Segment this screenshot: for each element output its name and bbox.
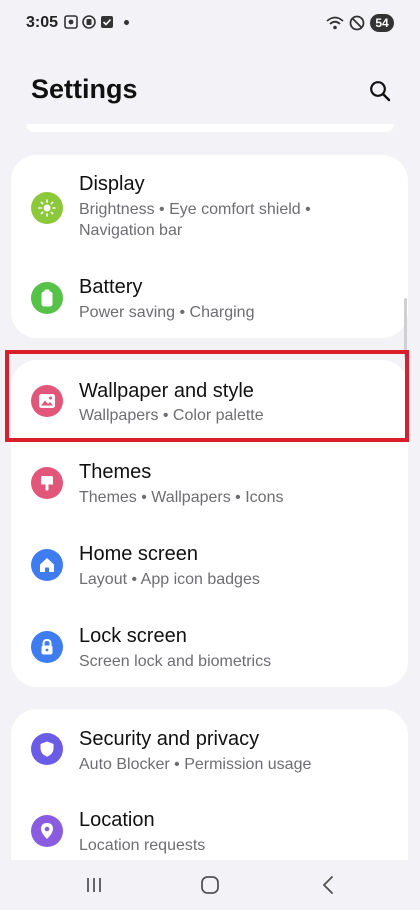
settings-screen: 3:05 54 Settings Display Brightness • Ey… [0, 0, 420, 910]
page-title: Settings [31, 74, 138, 104]
highlight-box [5, 350, 409, 442]
media-icon [82, 15, 96, 29]
do-not-disturb-icon [349, 15, 365, 31]
screenshot-icon [64, 15, 78, 29]
status-right-icons: 54 [326, 14, 394, 32]
battery-icon [31, 282, 63, 314]
settings-item-display[interactable]: Display Brightness • Eye comfort shield … [11, 155, 408, 255]
settings-item-title: Display [79, 173, 145, 195]
more-notifications-dot [124, 19, 129, 25]
battery-level: 54 [370, 14, 394, 32]
status-time: 3:05 [26, 14, 59, 31]
home-circle-icon [201, 876, 219, 894]
settings-item-title: Security and privacy [79, 728, 260, 750]
settings-item-home-screen[interactable]: Home screen Layout • App icon badges [11, 524, 408, 606]
settings-item-battery[interactable]: Battery Power saving • Charging [11, 255, 408, 338]
settings-item-title: Location [79, 809, 155, 831]
settings-item-subtitle: Auto Blocker • Permission usage [79, 756, 312, 773]
settings-item-title: Lock screen [79, 625, 187, 647]
search-icon [370, 81, 391, 102]
recent-apps-button[interactable] [79, 870, 109, 900]
shield-icon [31, 733, 63, 765]
settings-group-1: Display Brightness • Eye comfort shield … [11, 155, 408, 338]
brush-icon [31, 467, 63, 499]
settings-item-location[interactable]: Location Location requests [11, 791, 408, 869]
settings-item-subtitle: Layout • App icon badges [79, 571, 260, 588]
settings-item-subtitle: Screen lock and biometrics [79, 653, 272, 670]
settings-item-title: Home screen [79, 543, 198, 565]
notification-icons [64, 15, 129, 29]
settings-item-title: Battery [79, 276, 143, 298]
settings-item-subtitle: Power saving • Charging [79, 304, 255, 321]
lock-icon [31, 631, 63, 663]
checkbox-notification-icon [101, 16, 113, 28]
search-button[interactable] [365, 76, 395, 106]
recent-apps-icon [87, 878, 101, 892]
wifi-icon [326, 16, 344, 30]
settings-item-title: Themes [79, 461, 152, 483]
home-button[interactable] [195, 870, 225, 900]
settings-item-security-and-privacy[interactable]: Security and privacy Auto Blocker • Perm… [11, 709, 408, 791]
settings-item-themes[interactable]: Themes Themes • Wallpapers • Icons [11, 442, 408, 524]
settings-group-3: Security and privacy Auto Blocker • Perm… [11, 709, 408, 869]
back-icon [323, 876, 333, 894]
settings-item-subtitle: Location requests [79, 837, 206, 854]
previous-card-edge [26, 124, 394, 132]
status-bar: 3:05 54 [0, 0, 420, 46]
back-button[interactable] [313, 870, 343, 900]
sun-icon [31, 192, 63, 224]
settings-item-subtitle: Themes • Wallpapers • Icons [79, 489, 284, 506]
location-pin-icon [31, 815, 63, 847]
navigation-bar [0, 860, 420, 910]
home-icon [31, 549, 63, 581]
settings-item-lock-screen[interactable]: Lock screen Screen lock and biometrics [11, 606, 408, 687]
settings-item-subtitle: Brightness • Eye comfort shield • Naviga… [79, 201, 311, 239]
scrollbar[interactable] [404, 298, 407, 358]
